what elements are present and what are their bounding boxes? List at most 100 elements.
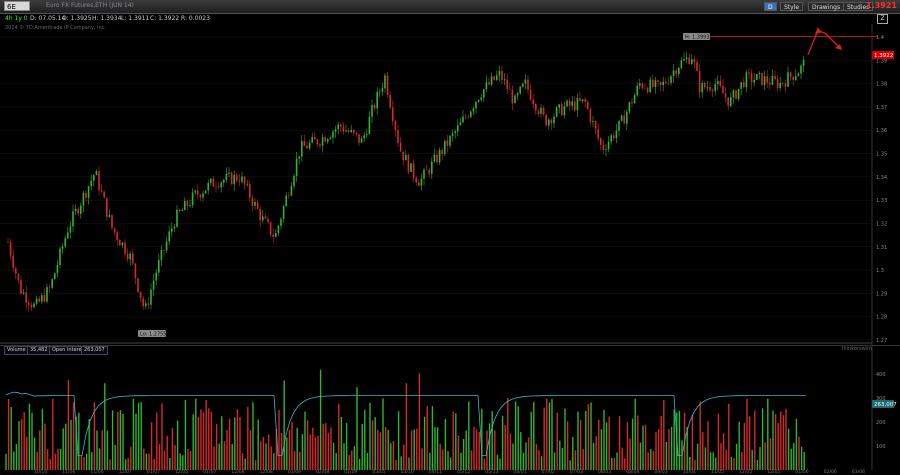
price-chart[interactable]: H: 1.3993 Lo: 1.2755 1.4 1.39 1.38 1.37 1.36… [0, 0, 900, 475]
candle-body [46, 287, 48, 302]
volume-bar [696, 443, 699, 470]
time-tick-label: 05/12 [457, 469, 470, 475]
volume-bar [273, 453, 275, 470]
volume-bar [356, 387, 358, 470]
candle-body [787, 72, 789, 87]
candle-body [407, 154, 410, 172]
volume-bar [470, 450, 473, 470]
candle-body [77, 208, 79, 214]
volume-bar [78, 412, 80, 470]
price-axis[interactable]: 1.4 1.39 1.38 1.37 1.36 1.35 1.34 1.33 1.32 1.31 1… [876, 35, 887, 344]
volume-bar [533, 401, 535, 470]
candle-body [178, 209, 181, 211]
candle-body [111, 214, 113, 229]
volume-bar [577, 411, 579, 470]
volume-bar [49, 459, 51, 470]
volume-bar [111, 410, 114, 470]
volume-bar [127, 458, 129, 470]
volume-bar [652, 450, 655, 470]
candle-body [38, 298, 40, 302]
volume-bar [33, 437, 36, 470]
volume-bar [304, 411, 306, 470]
time-tick-label: 01/09 [288, 469, 301, 475]
candle-body [581, 99, 584, 101]
volume-bar [689, 456, 691, 470]
candle-body [35, 298, 38, 304]
candle-body [9, 242, 12, 256]
volume-bar [644, 424, 647, 470]
time-tick-label: 12/05 [767, 469, 780, 475]
time-tick-label: 05/13 [485, 469, 498, 475]
volume-bar [566, 421, 569, 470]
volume-bar [364, 409, 366, 470]
volume-tick-label: 100 [876, 444, 886, 450]
volume-bar [197, 417, 200, 470]
volume-bar [520, 431, 522, 470]
volume-bar [187, 448, 189, 470]
volume-bar [717, 413, 720, 470]
volume-bar [483, 458, 486, 470]
candle-body [306, 145, 308, 149]
candle-body [579, 98, 581, 101]
volume-bar [590, 402, 592, 470]
candle-body [48, 287, 51, 288]
price-tick-label: 1.34 [876, 175, 887, 181]
volume-bar [738, 421, 740, 470]
time-tick-label: 12/07 [119, 469, 132, 475]
candle-body [633, 95, 636, 104]
time-tick-label: 03/10 [401, 469, 414, 475]
time-tick-label: 08/04 [626, 469, 639, 475]
volume-bar [449, 457, 452, 470]
volume-bar [509, 433, 512, 470]
price-tick-label: 1.33 [876, 198, 887, 204]
volume-bar [395, 459, 397, 470]
candle-body [173, 226, 176, 229]
volume-bar [218, 443, 220, 470]
time-tick-label: 12/05 [175, 469, 188, 475]
candle-body [535, 104, 537, 111]
volume-bar [176, 420, 179, 470]
candle-body [17, 273, 20, 281]
candle-body [493, 76, 495, 80]
candle-body [212, 178, 215, 187]
volume-bar [223, 441, 226, 470]
time-tick-label: 12/05 [739, 469, 752, 475]
candle-body [766, 76, 768, 83]
candle-body [397, 130, 399, 143]
candle-body [176, 209, 178, 227]
volume-bar [28, 403, 31, 470]
candle-body [363, 135, 365, 139]
volume-bar [418, 373, 421, 470]
volume-bar [559, 440, 561, 470]
price-tick-label: 1.31 [876, 245, 887, 251]
candle-body [800, 65, 802, 74]
low-marker-label: Lo: 1.2755 [140, 332, 167, 338]
volume-bar [254, 460, 257, 470]
candle-body [25, 292, 27, 303]
candle-body [371, 105, 373, 117]
volume-bar [759, 447, 761, 470]
candle-body [186, 200, 189, 206]
candle-body [740, 82, 742, 89]
candle-body [782, 82, 784, 84]
volume-bar [410, 430, 413, 470]
volume-bar [800, 446, 803, 470]
volume-bar [499, 458, 501, 470]
candle-body [165, 241, 168, 251]
candle-body [256, 202, 259, 209]
volume-bar [491, 411, 493, 470]
time-tick-label: 09/03 [654, 469, 667, 475]
candle-body [100, 190, 103, 192]
candle-body [511, 89, 514, 104]
candle-body [753, 79, 755, 83]
volume-bar [247, 406, 249, 470]
volume-bar [70, 419, 72, 470]
candle-body [571, 101, 573, 106]
volume-bar [455, 413, 457, 470]
volume-bar [228, 418, 231, 470]
candle-body [672, 70, 675, 77]
candle-body [202, 193, 204, 198]
volume-bar [371, 420, 374, 470]
price-tick-label: 1.28 [876, 315, 887, 321]
volume-bar [465, 430, 467, 470]
